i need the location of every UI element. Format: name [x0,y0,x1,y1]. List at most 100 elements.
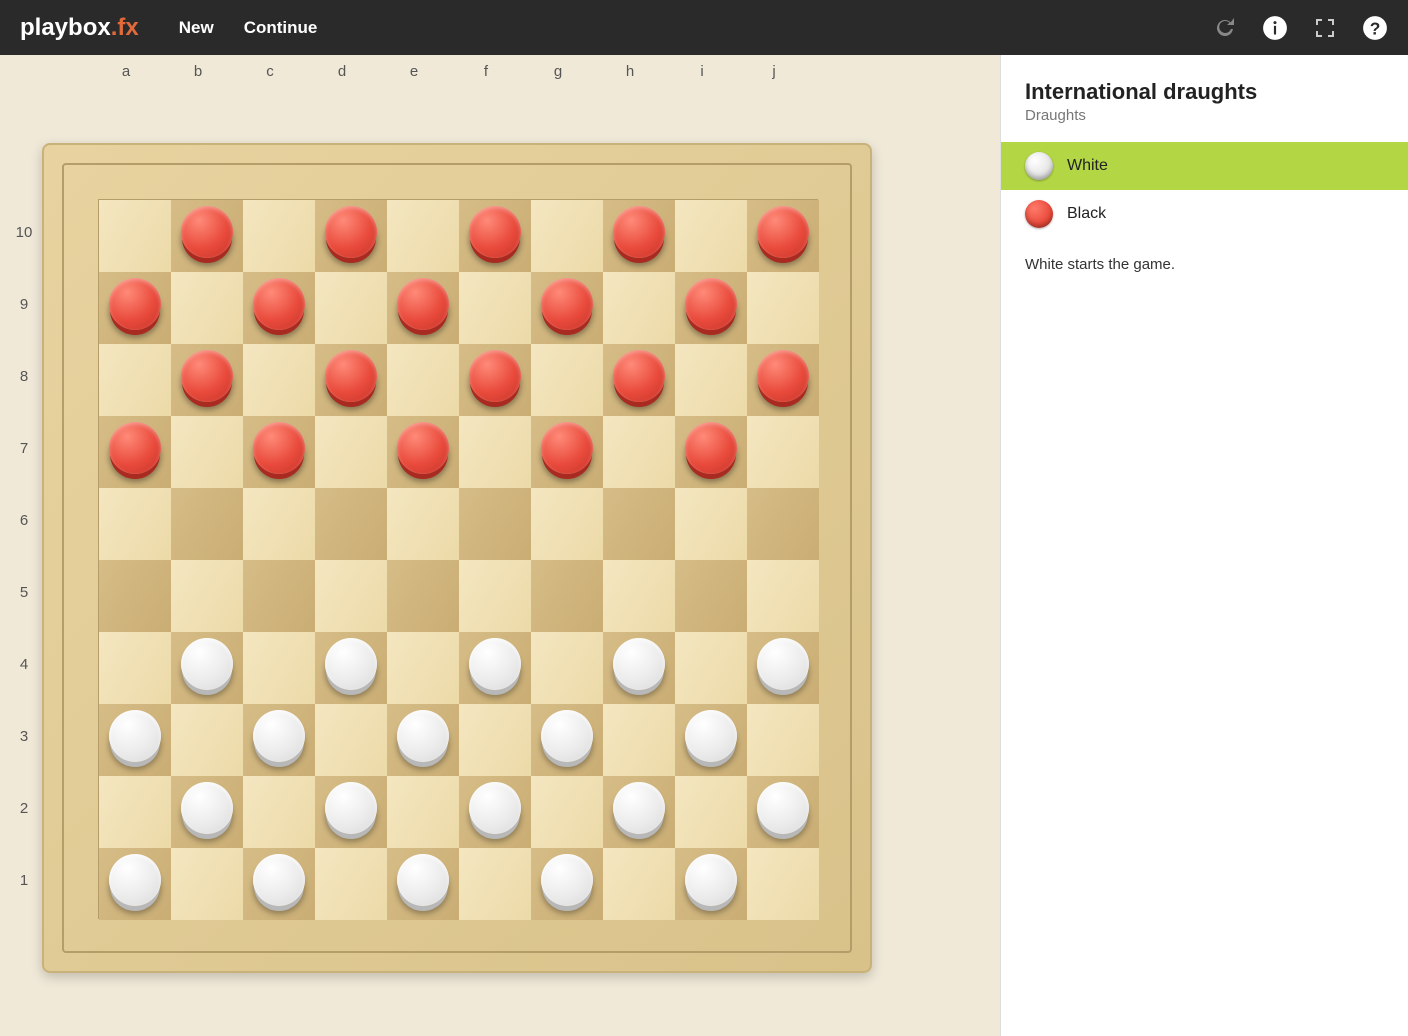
dark-square[interactable] [99,848,171,920]
help-icon[interactable]: ? [1362,15,1388,41]
dark-square[interactable] [459,200,531,272]
red-piece[interactable] [253,278,305,330]
white-piece[interactable] [541,710,593,762]
dark-square[interactable] [315,200,387,272]
dark-square[interactable] [387,272,459,344]
dark-square[interactable] [99,416,171,488]
dark-square[interactable] [603,632,675,704]
dark-square[interactable] [171,632,243,704]
red-piece[interactable] [397,422,449,474]
red-piece[interactable] [181,206,233,258]
white-piece[interactable] [757,782,809,834]
white-piece[interactable] [325,782,377,834]
dark-square[interactable] [243,560,315,632]
dark-square[interactable] [315,632,387,704]
red-piece[interactable] [325,350,377,402]
dark-square[interactable] [243,704,315,776]
white-piece[interactable] [685,854,737,906]
dark-square[interactable] [747,200,819,272]
dark-square[interactable] [387,560,459,632]
dark-square[interactable] [459,776,531,848]
dark-square[interactable] [315,344,387,416]
dark-square[interactable] [675,560,747,632]
info-icon[interactable] [1262,15,1288,41]
white-piece[interactable] [757,638,809,690]
dark-square[interactable] [531,560,603,632]
dark-square[interactable] [603,200,675,272]
player-row-black[interactable]: Black [1001,190,1408,238]
dark-square[interactable] [459,344,531,416]
dark-square[interactable] [387,704,459,776]
dark-square[interactable] [459,632,531,704]
dark-square[interactable] [531,416,603,488]
dark-square[interactable] [315,488,387,560]
dark-square[interactable] [171,776,243,848]
dark-square[interactable] [315,776,387,848]
white-piece[interactable] [613,638,665,690]
white-piece[interactable] [469,638,521,690]
dark-square[interactable] [387,416,459,488]
dark-square[interactable] [675,416,747,488]
dark-square[interactable] [603,344,675,416]
dark-square[interactable] [171,200,243,272]
white-piece[interactable] [253,854,305,906]
red-piece[interactable] [109,422,161,474]
red-piece[interactable] [397,278,449,330]
red-piece[interactable] [541,278,593,330]
dark-square[interactable] [243,272,315,344]
dark-square[interactable] [243,848,315,920]
dark-square[interactable] [531,848,603,920]
red-piece[interactable] [325,206,377,258]
dark-square[interactable] [675,704,747,776]
red-piece[interactable] [469,350,521,402]
white-piece[interactable] [685,710,737,762]
app-logo[interactable]: playbox.fx [20,14,139,42]
dark-square[interactable] [243,416,315,488]
white-piece[interactable] [469,782,521,834]
white-piece[interactable] [109,710,161,762]
dark-square[interactable] [531,272,603,344]
white-piece[interactable] [181,638,233,690]
red-piece[interactable] [613,206,665,258]
dark-square[interactable] [747,632,819,704]
red-piece[interactable] [685,422,737,474]
white-piece[interactable] [109,854,161,906]
dark-square[interactable] [603,488,675,560]
white-piece[interactable] [541,854,593,906]
white-piece[interactable] [397,710,449,762]
nav-continue[interactable]: Continue [244,18,318,38]
player-row-white[interactable]: White [1001,142,1408,190]
dark-square[interactable] [99,272,171,344]
dark-square[interactable] [747,344,819,416]
red-piece[interactable] [181,350,233,402]
white-piece[interactable] [613,782,665,834]
dark-square[interactable] [99,560,171,632]
dark-square[interactable] [675,272,747,344]
dark-square[interactable] [531,704,603,776]
dark-square[interactable] [387,848,459,920]
dark-square[interactable] [747,488,819,560]
fullscreen-icon[interactable] [1312,15,1338,41]
dark-square[interactable] [747,776,819,848]
dark-square[interactable] [675,848,747,920]
board-grid[interactable] [98,199,818,919]
red-piece[interactable] [541,422,593,474]
white-piece[interactable] [325,638,377,690]
dark-square[interactable] [99,704,171,776]
red-piece[interactable] [685,278,737,330]
dark-square[interactable] [171,344,243,416]
red-piece[interactable] [253,422,305,474]
red-piece[interactable] [109,278,161,330]
white-piece[interactable] [181,782,233,834]
dark-square[interactable] [603,776,675,848]
refresh-icon[interactable] [1212,15,1238,41]
red-piece[interactable] [613,350,665,402]
white-piece[interactable] [253,710,305,762]
dark-square[interactable] [171,488,243,560]
nav-new[interactable]: New [179,18,214,38]
red-piece[interactable] [757,350,809,402]
red-piece[interactable] [757,206,809,258]
dark-square[interactable] [459,488,531,560]
red-piece[interactable] [469,206,521,258]
white-piece[interactable] [397,854,449,906]
